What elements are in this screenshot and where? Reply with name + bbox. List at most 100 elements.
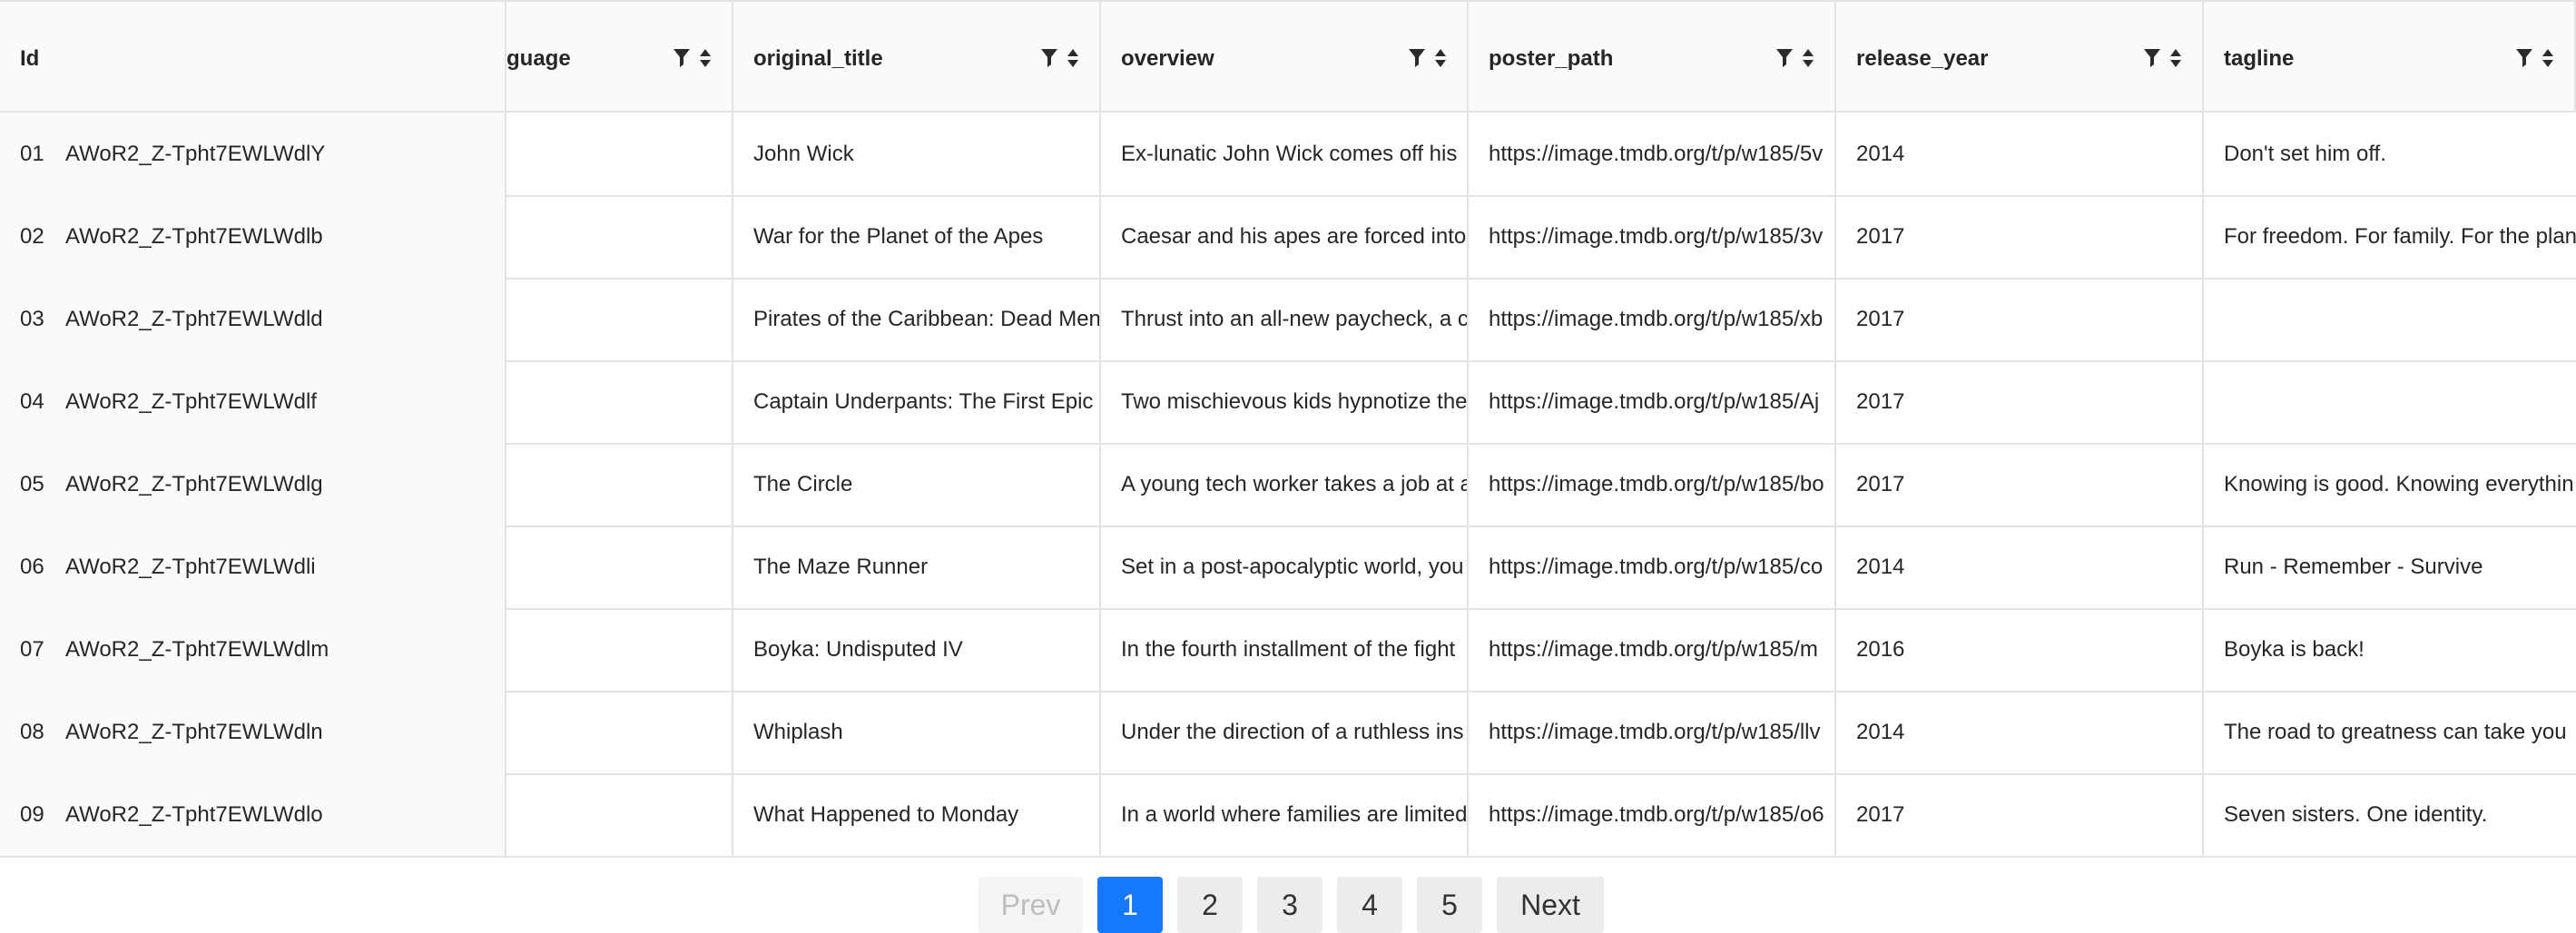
cell-poster-path: https://image.tmdb.org/t/p/w185/bo [1469,443,1836,525]
cell-original-title: The Maze Runner [733,525,1101,608]
column-header-label: original_title [753,46,883,71]
cell-poster-path: https://image.tmdb.org/t/p/w185/3v [1469,195,1836,278]
row-number: 04 [20,389,44,414]
table-row[interactable]: 01 AWoR2_Z-Tpht7EWLWdlY John Wick Ex-luna… [0,113,2576,197]
column-header-original-title[interactable]: original_title [733,2,1101,111]
cell-release-year: 2017 [1836,773,2204,856]
page-button-4[interactable]: 4 [1337,877,1402,933]
column-header-id[interactable]: Id [0,2,506,111]
sort-icon[interactable] [2169,47,2182,69]
filter-icon[interactable] [1409,49,1425,67]
page-button-2[interactable]: 2 [1177,877,1243,933]
cell-release-year: 2017 [1836,195,2204,278]
filter-icon[interactable] [2516,49,2532,67]
sort-icon[interactable] [699,47,712,69]
cell-id: 08 AWoR2_Z-Tpht7EWLWdln [0,691,506,773]
column-header-language[interactable]: guage [506,2,733,111]
column-header-label: tagline [2224,46,2295,71]
column-header-actions [2516,44,2554,73]
row-id: AWoR2_Z-Tpht7EWLWdli [65,555,316,579]
table-row[interactable]: 04 AWoR2_Z-Tpht7EWLWdlf Captain Underpant… [0,360,2576,445]
cell-id: 06 AWoR2_Z-Tpht7EWLWdli [0,525,506,608]
column-header-actions [673,44,712,73]
cell-tagline [2204,360,2576,443]
page-button-1[interactable]: 1 [1097,877,1163,933]
prev-page-button[interactable]: Prev [978,877,1083,933]
cell-release-year: 2014 [1836,691,2204,773]
cell-tagline: Knowing is good. Knowing everythin [2224,472,2574,496]
page-button-5[interactable]: 5 [1417,877,1482,933]
table-row[interactable]: 07 AWoR2_Z-Tpht7EWLWdlm Boyka: Undisputed… [0,608,2576,692]
cell-language [506,443,733,525]
cell-poster-path: https://image.tmdb.org/t/p/w185/5v [1469,113,1836,195]
row-number: 07 [20,637,44,662]
column-header-tagline[interactable]: tagline [2204,2,2576,111]
cell-language [506,691,733,773]
grid-header: Id guage original_title overview poster_ [0,0,2576,113]
column-header-label: guage [506,46,571,71]
row-id: AWoR2_Z-Tpht7EWLWdlY [65,142,326,166]
cell-id: 09 AWoR2_Z-Tpht7EWLWdlo [0,773,506,856]
table-row[interactable]: 06 AWoR2_Z-Tpht7EWLWdli The Maze Runner S… [0,525,2576,610]
column-header-release-year[interactable]: release_year [1836,2,2204,111]
row-id: AWoR2_Z-Tpht7EWLWdld [65,307,323,331]
row-id: AWoR2_Z-Tpht7EWLWdlg [65,472,323,496]
table-row[interactable]: 08 AWoR2_Z-Tpht7EWLWdln Whiplash Under th… [0,691,2576,775]
column-header-label: poster_path [1489,46,1614,71]
filter-icon[interactable] [673,49,690,67]
cell-poster-path: https://image.tmdb.org/t/p/w185/m [1469,608,1836,691]
row-id: AWoR2_Z-Tpht7EWLWdlf [65,389,317,414]
next-page-button[interactable]: Next [1497,877,1604,933]
sort-icon[interactable] [1434,47,1447,69]
table-row[interactable]: 09 AWoR2_Z-Tpht7EWLWdlo What Happened to … [0,773,2576,858]
filter-icon[interactable] [1776,49,1793,67]
cell-original-title: Whiplash [733,691,1101,773]
cell-language [506,525,733,608]
cell-release-year: 2014 [1836,113,2204,195]
sort-icon[interactable] [1067,47,1079,69]
row-number: 01 [20,142,44,166]
cell-poster-path: https://image.tmdb.org/t/p/w185/Aj [1469,360,1836,443]
row-number: 06 [20,555,44,579]
cell-tagline [2204,278,2576,360]
cell-id: 05 AWoR2_Z-Tpht7EWLWdlg [0,443,506,525]
column-header-actions [1041,44,1079,73]
column-header-label: release_year [1856,46,1989,71]
cell-overview: Thrust into an all-new paycheck, a c [1101,278,1469,360]
cell-tagline: Run - Remember - Survive [2224,555,2483,579]
page-button-3[interactable]: 3 [1257,877,1322,933]
data-grid: Id guage original_title overview poster_ [0,0,2576,859]
pagination: Prev 1 2 3 4 5 Next [978,877,1604,933]
row-number: 02 [20,224,44,249]
cell-language [506,278,733,360]
cell-overview: Ex-lunatic John Wick comes off his [1101,113,1469,195]
cell-tagline: For freedom. For family. For the plan [2224,224,2576,249]
sort-icon[interactable] [1802,47,1814,69]
row-id: AWoR2_Z-Tpht7EWLWdlm [65,637,329,662]
cell-id: 03 AWoR2_Z-Tpht7EWLWdld [0,278,506,360]
cell-original-title: War for the Planet of the Apes [733,195,1101,278]
cell-original-title: John Wick [733,113,1101,195]
table-row[interactable]: 05 AWoR2_Z-Tpht7EWLWdlg The Circle A youn… [0,443,2576,527]
filter-icon[interactable] [2144,49,2160,67]
cell-tagline: The road to greatness can take you [2224,720,2567,744]
row-number: 08 [20,720,44,744]
cell-overview: In a world where families are limited [1101,773,1469,856]
column-header-overview[interactable]: overview [1101,2,1469,111]
table-row[interactable]: 02 AWoR2_Z-Tpht7EWLWdlb War for the Plane… [0,195,2576,280]
filter-icon[interactable] [1041,49,1057,67]
cell-tagline: Boyka is back! [2224,637,2365,662]
cell-overview: Two mischievous kids hypnotize the [1101,360,1469,443]
cell-id: 07 AWoR2_Z-Tpht7EWLWdlm [0,608,506,691]
row-number: 09 [20,802,44,827]
table-row[interactable]: 03 AWoR2_Z-Tpht7EWLWdld Pirates of the Ca… [0,278,2576,362]
cell-poster-path: https://image.tmdb.org/t/p/w185/o6 [1469,773,1836,856]
cell-language [506,195,733,278]
cell-overview: Under the direction of a ruthless ins [1101,691,1469,773]
cell-language [506,113,733,195]
cell-poster-path: https://image.tmdb.org/t/p/w185/xb [1469,278,1836,360]
column-header-poster-path[interactable]: poster_path [1469,2,1836,111]
sort-icon[interactable] [2542,47,2554,69]
cell-release-year: 2017 [1836,443,2204,525]
cell-release-year: 2016 [1836,608,2204,691]
